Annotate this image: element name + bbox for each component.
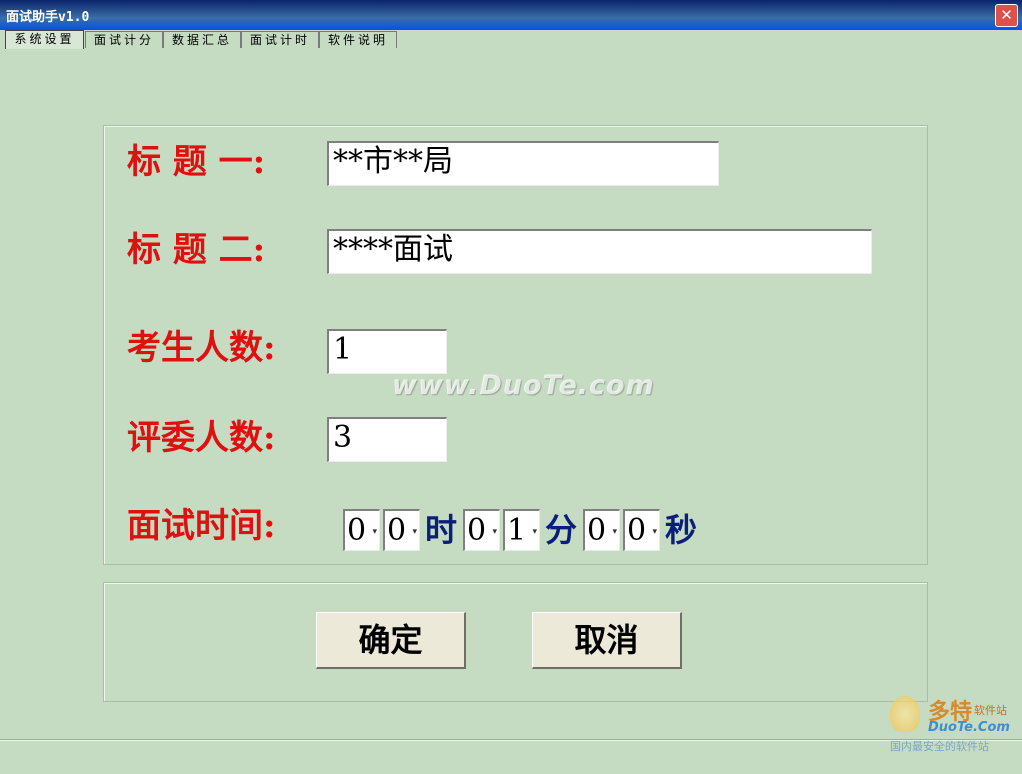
minute-ones-value: 1 — [507, 513, 527, 548]
second-tens-value: 0 — [587, 513, 607, 548]
mascot-icon — [890, 696, 920, 732]
spin-arrow-icon[interactable]: ▾ — [532, 527, 537, 537]
hour-unit: 时 — [425, 511, 458, 549]
minute-ones-spinner[interactable]: 1 ▾ — [503, 509, 540, 551]
judges-label: 评委人数: — [127, 418, 276, 458]
tab-timer[interactable]: 面试计时 — [241, 31, 319, 48]
examinees-label: 考生人数: — [127, 328, 276, 368]
second-unit: 秒 — [665, 511, 698, 549]
status-bar — [0, 739, 1022, 774]
spin-arrow-icon[interactable]: ▾ — [492, 527, 497, 537]
title2-label: 标 题 二: — [127, 230, 266, 270]
spin-arrow-icon[interactable]: ▾ — [612, 527, 617, 537]
spin-arrow-icon[interactable]: ▾ — [412, 527, 417, 537]
second-ones-spinner[interactable]: 0 ▾ — [623, 509, 660, 551]
time-label: 面试时间: — [127, 506, 276, 546]
second-ones-value: 0 — [627, 513, 647, 548]
logo-brand: DuoTe.Com — [928, 720, 1010, 735]
title1-input[interactable]: **市**局 — [327, 141, 719, 186]
judges-input[interactable]: 3 — [327, 417, 447, 462]
close-button[interactable]: ✕ — [995, 4, 1018, 27]
hour-tens-value: 0 — [347, 513, 367, 548]
examinees-input[interactable]: 1 — [327, 329, 447, 374]
cancel-button[interactable]: 取消 — [532, 612, 682, 669]
spin-arrow-icon[interactable]: ▾ — [372, 527, 377, 537]
title2-input[interactable]: ****面试 — [327, 229, 872, 274]
site-logo: 多特 软件站 DuoTe.Com 国内最安全的软件站 — [888, 694, 1018, 756]
minute-tens-spinner[interactable]: 0 ▾ — [463, 509, 500, 551]
logo-tag: 软件站 — [974, 704, 1007, 717]
minute-tens-value: 0 — [467, 513, 487, 548]
minute-unit: 分 — [545, 511, 578, 549]
tab-about[interactable]: 软件说明 — [319, 31, 397, 48]
hour-ones-spinner[interactable]: 0 ▾ — [383, 509, 420, 551]
title-bar: 面试助手v1.0 ✕ — [0, 0, 1022, 30]
hour-ones-value: 0 — [387, 513, 407, 548]
hour-tens-spinner[interactable]: 0 ▾ — [343, 509, 380, 551]
watermark-text: www.DuoTe.com — [392, 370, 655, 401]
second-tens-spinner[interactable]: 0 ▾ — [583, 509, 620, 551]
tab-data-summary[interactable]: 数据汇总 — [163, 31, 241, 48]
ok-button[interactable]: 确定 — [316, 612, 466, 669]
spin-arrow-icon[interactable]: ▾ — [652, 527, 657, 537]
window-title: 面试助手v1.0 — [6, 10, 90, 25]
tab-scoring[interactable]: 面试计分 — [85, 31, 163, 48]
tab-system-settings[interactable]: 系统设置 — [5, 30, 84, 49]
title1-label: 标 题 一: — [127, 142, 266, 182]
logo-subtitle: 国内最安全的软件站 — [890, 740, 989, 753]
button-panel — [103, 582, 928, 702]
